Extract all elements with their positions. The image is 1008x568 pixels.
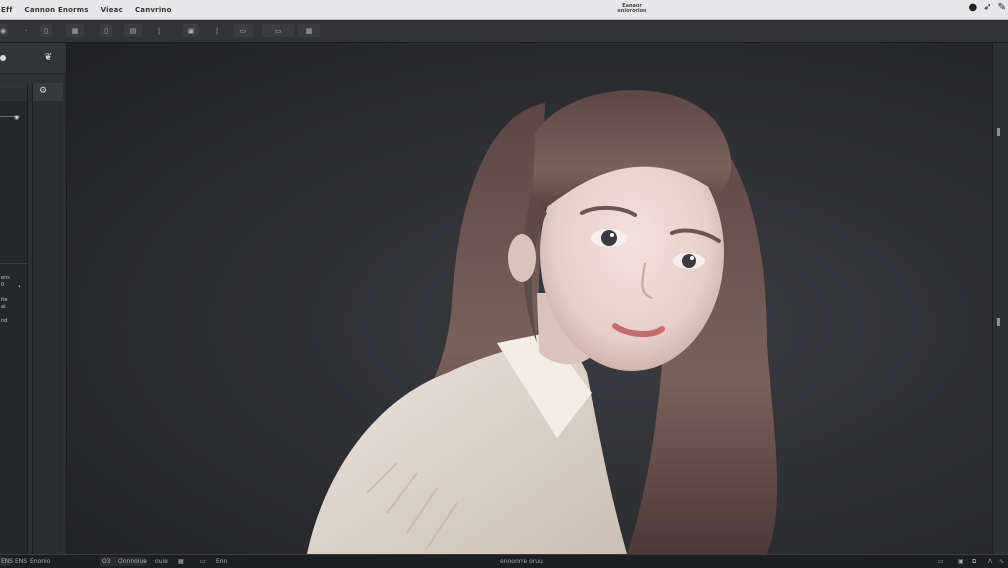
- status-item-6[interactable]: Enn: [216, 558, 227, 565]
- layers-column: ⚙: [32, 83, 63, 554]
- prop-label-0: ens: [1, 275, 10, 281]
- dot-marker-icon: •: [18, 284, 21, 290]
- prop-label-1: 0: [1, 282, 5, 288]
- bird-icon[interactable]: ➶: [983, 2, 991, 13]
- scroll-marker-top[interactable]: [997, 128, 1000, 136]
- menu-bar: Eff Cannon Enorms Vieac Canvrino Eanaor …: [0, 0, 1008, 20]
- menu-item-3[interactable]: Canvrino: [135, 6, 172, 14]
- a-icon[interactable]: Λ: [988, 558, 992, 565]
- circle-icon[interactable]: ●: [968, 2, 977, 13]
- tag-icon: ▣: [187, 26, 195, 35]
- scroll-marker-mid[interactable]: [997, 318, 1000, 326]
- status-item-2[interactable]: Enonio: [30, 558, 50, 565]
- menu-list: Eff Cannon Enorms Vieac Canvrino: [0, 6, 172, 14]
- cylinder-icon: ▯: [44, 26, 48, 35]
- toolbar-cylinder-button[interactable]: ▯: [40, 24, 52, 37]
- chart-icon[interactable]: ▭: [938, 558, 944, 565]
- status-item-4[interactable]: Onnnoiue: [118, 558, 147, 565]
- toolbar-bar-button[interactable]: ▯: [100, 24, 112, 37]
- right-scrollbar[interactable]: [992, 43, 1008, 554]
- status-bar: ENS ENS Enonio O3 Onnnoiue ouie ▦ ▭ Enn …: [0, 554, 1008, 568]
- left-panel: ❦ ◉ ens 0 • ite ai nd ⚙: [0, 43, 67, 554]
- portrait-artwork: [307, 90, 778, 554]
- menu-item-0[interactable]: Eff: [1, 6, 12, 14]
- left-panel-header: ❦: [0, 43, 66, 74]
- toolbar-frame-button[interactable]: ▤: [124, 24, 142, 37]
- eye-icon[interactable]: ◉: [14, 114, 19, 121]
- toolbar-layout-button[interactable]: ▦: [298, 24, 320, 37]
- properties-header: [0, 83, 27, 101]
- image-canvas[interactable]: [67, 43, 992, 554]
- properties-column: ◉ ens 0 • ite ai nd: [0, 83, 28, 554]
- toolbar-line-button[interactable]: |: [153, 24, 165, 37]
- menu-item-2[interactable]: Vieac: [101, 6, 123, 14]
- grid-icon: ▦: [71, 26, 79, 35]
- wave-icon[interactable]: ∿: [999, 558, 1004, 565]
- menu-item-1[interactable]: Cannon Enorms: [24, 6, 88, 14]
- layer-settings-icon[interactable]: ⚙: [39, 86, 47, 96]
- frame-icon: ▤: [129, 26, 137, 35]
- prop-label-3: ai: [1, 304, 6, 310]
- status-item-5[interactable]: ouie: [155, 558, 168, 565]
- feather-icon[interactable]: ✎: [998, 2, 1006, 13]
- bar-icon: ▯: [104, 26, 108, 35]
- layers-header: ⚙: [33, 83, 63, 101]
- film-icon: ▭: [239, 26, 247, 35]
- brush-tool-icon[interactable]: ❦: [44, 52, 52, 63]
- toolbar-film-button[interactable]: ▭: [233, 24, 253, 37]
- status-item-0[interactable]: ENS: [1, 558, 13, 565]
- toolbar-grid-button[interactable]: ▦: [66, 24, 84, 37]
- line-icon: |: [157, 26, 161, 35]
- prop-label-2: ite: [1, 297, 8, 303]
- color-swatch-icon[interactable]: [0, 55, 6, 61]
- window-title: Eanaor eniororion: [617, 3, 647, 14]
- status-center-text: ennonrre oruu: [500, 558, 543, 565]
- panel-icon: ▭: [274, 26, 282, 35]
- prop-label-4: nd: [1, 318, 8, 324]
- layout-icon: ▦: [305, 26, 313, 35]
- menubar-icons: ● ➶ ✎: [968, 2, 1006, 13]
- toolbar-dot-button[interactable]: ·: [22, 24, 30, 37]
- window-alt-icon[interactable]: ⧉: [972, 558, 976, 565]
- toolbar-panel-button[interactable]: ▭: [262, 24, 294, 37]
- dot-icon: ·: [24, 26, 28, 35]
- toolbar-tag-button[interactable]: ▣: [183, 24, 199, 37]
- camera-icon: ◉: [0, 26, 7, 35]
- status-item-1[interactable]: ENS: [15, 558, 27, 565]
- toolbar-camera-button[interactable]: ◉: [0, 24, 8, 37]
- status-item-3[interactable]: O3: [102, 558, 111, 565]
- status-grid-icon[interactable]: ▦: [178, 558, 184, 565]
- divider: [0, 263, 27, 264]
- window-icon[interactable]: ▣: [958, 558, 964, 565]
- status-bar-icon[interactable]: ▭: [200, 558, 206, 565]
- divider-icon: |: [215, 26, 219, 35]
- toolbar: ◉ · ▯ ▦ ▯ ▤ | ▣ | ▭ ▭ ▦: [0, 20, 1008, 43]
- toolbar-divider-button[interactable]: |: [210, 24, 224, 37]
